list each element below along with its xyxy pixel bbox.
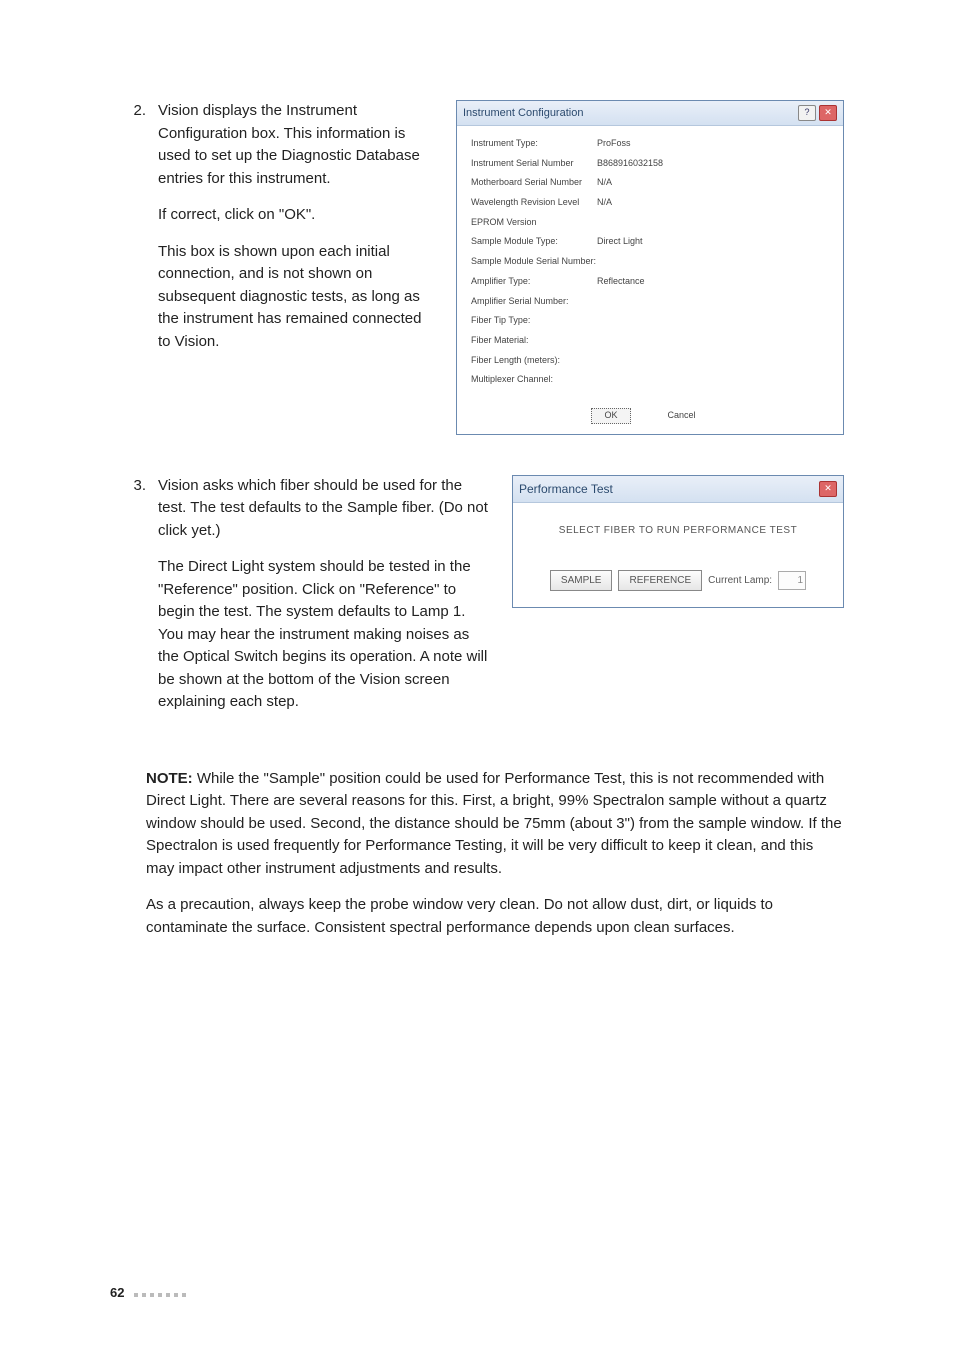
step-3-number: 3. xyxy=(110,475,158,498)
step-2-p3: This box is shown upon each initial conn… xyxy=(158,241,436,354)
config-label: Amplifier Type: xyxy=(471,276,597,288)
config-label: Sample Module Serial Number: xyxy=(471,256,597,268)
config-label: Fiber Material: xyxy=(471,335,597,347)
step-3-p1: Vision asks which fiber should be used f… xyxy=(158,475,492,543)
config-value: N/A xyxy=(597,177,612,189)
step-3-text: Vision asks which fiber should be used f… xyxy=(158,475,512,728)
help-icon[interactable]: ? xyxy=(798,105,816,121)
cancel-button[interactable]: Cancel xyxy=(655,408,709,424)
step-2-text: Vision displays the Instrument Configura… xyxy=(158,100,456,367)
dialog-title: Instrument Configuration xyxy=(463,106,583,120)
dialog-message: SELECT FIBER TO RUN PERFORMANCE TEST xyxy=(513,503,843,556)
current-lamp-label: Current Lamp: xyxy=(708,573,772,588)
config-label: Sample Module Type: xyxy=(471,236,597,248)
close-icon[interactable]: ✕ xyxy=(819,105,837,121)
dialog-titlebar: Instrument Configuration ? ✕ xyxy=(457,101,843,126)
config-row: Amplifier Type:Reflectance xyxy=(471,276,829,288)
step-2-row: 2. Vision displays the Instrument Config… xyxy=(110,100,844,435)
step-3-row: 3. Vision asks which fiber should be use… xyxy=(110,475,844,728)
config-label: EPROM Version xyxy=(471,217,597,229)
config-label: Motherboard Serial Number xyxy=(471,177,597,189)
instrument-config-dialog-wrap: Instrument Configuration ? ✕ Instrument … xyxy=(456,100,844,435)
dialog-title: Performance Test xyxy=(519,480,613,498)
config-row: Motherboard Serial NumberN/A xyxy=(471,177,829,189)
config-row: Fiber Length (meters): xyxy=(471,355,829,367)
sample-button[interactable]: SAMPLE xyxy=(550,570,613,591)
config-row: Wavelength Revision LevelN/A xyxy=(471,197,829,209)
step-2-p1: Vision displays the Instrument Configura… xyxy=(158,100,436,190)
config-label: Amplifier Serial Number: xyxy=(471,296,597,308)
note-p1: While the "Sample" position could be use… xyxy=(146,770,842,877)
instrument-config-dialog: Instrument Configuration ? ✕ Instrument … xyxy=(456,100,844,435)
config-row: Sample Module Serial Number: xyxy=(471,256,829,268)
config-label: Fiber Tip Type: xyxy=(471,315,597,327)
config-label: Fiber Length (meters): xyxy=(471,355,597,367)
config-value: B868916032158 xyxy=(597,158,663,170)
step-2-p2: If correct, click on "OK". xyxy=(158,204,436,227)
performance-test-dialog-wrap: Performance Test ✕ SELECT FIBER TO RUN P… xyxy=(512,475,844,608)
config-row: Fiber Tip Type: xyxy=(471,315,829,327)
footer-dots-icon xyxy=(132,1283,188,1303)
performance-test-dialog: Performance Test ✕ SELECT FIBER TO RUN P… xyxy=(512,475,844,608)
current-lamp-value: 1 xyxy=(778,571,806,590)
config-value: ProFoss xyxy=(597,138,631,150)
config-value: Direct Light xyxy=(597,236,643,248)
dialog-body: Instrument Type:ProFoss Instrument Seria… xyxy=(457,126,843,400)
dialog-titlebar: Performance Test ✕ xyxy=(513,476,843,503)
config-label: Wavelength Revision Level xyxy=(471,197,597,209)
config-row: Fiber Material: xyxy=(471,335,829,347)
config-label: Multiplexer Channel: xyxy=(471,374,597,386)
config-row: Sample Module Type:Direct Light xyxy=(471,236,829,248)
page-footer: 62 xyxy=(110,1283,188,1303)
step-2-number: 2. xyxy=(110,100,158,123)
ok-button[interactable]: OK xyxy=(591,408,630,424)
close-icon[interactable]: ✕ xyxy=(819,481,837,497)
step-3-p2: The Direct Light system should be tested… xyxy=(158,556,492,714)
fiber-select-row: SAMPLE REFERENCE Current Lamp: 1 xyxy=(513,556,843,607)
reference-button[interactable]: REFERENCE xyxy=(618,570,702,591)
config-value: Reflectance xyxy=(597,276,645,288)
config-row: Amplifier Serial Number: xyxy=(471,296,829,308)
config-value: N/A xyxy=(597,197,612,209)
page-number: 62 xyxy=(110,1283,124,1303)
config-label: Instrument Type: xyxy=(471,138,597,150)
config-row: Instrument Serial NumberB868916032158 xyxy=(471,158,829,170)
config-row: Multiplexer Channel: xyxy=(471,374,829,386)
config-label: Instrument Serial Number xyxy=(471,158,597,170)
note-p2: As a precaution, always keep the probe w… xyxy=(146,894,844,939)
config-row: EPROM Version xyxy=(471,217,829,229)
config-row: Instrument Type:ProFoss xyxy=(471,138,829,150)
note-label: NOTE: xyxy=(146,770,193,787)
note-block: NOTE: While the "Sample" position could … xyxy=(146,768,844,940)
dialog-button-row: OK Cancel xyxy=(457,400,843,434)
